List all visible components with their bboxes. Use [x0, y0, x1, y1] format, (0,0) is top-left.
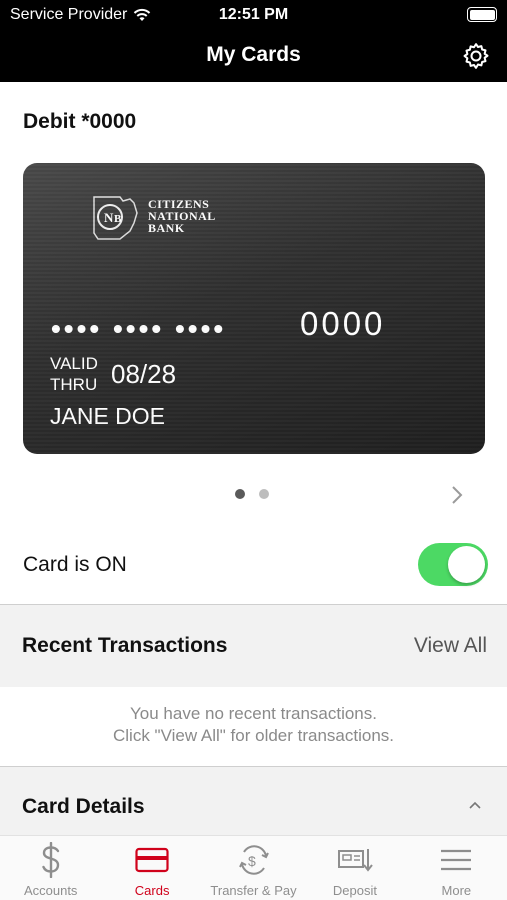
dollar-icon	[33, 842, 69, 878]
card-title: Debit *0000	[23, 110, 137, 133]
tab-deposit[interactable]: Deposit	[304, 836, 405, 900]
card-icon	[134, 842, 170, 878]
chevron-up-icon[interactable]	[468, 800, 482, 810]
nav-bar: My Cards	[0, 30, 507, 82]
card-details-title: Card Details	[22, 795, 145, 818]
card-details-section[interactable]: Card Details	[0, 767, 507, 835]
svg-text:$: $	[248, 853, 256, 869]
tab-transfer-pay[interactable]: $ Transfer & Pay	[203, 836, 304, 900]
bank-logo-icon: N B	[93, 196, 138, 240]
view-all-button[interactable]: View All	[414, 634, 487, 658]
tab-label: Deposit	[332, 883, 377, 898]
tab-label: Transfer & Pay	[210, 883, 297, 898]
svg-text:N: N	[104, 210, 114, 225]
gear-icon[interactable]	[461, 41, 491, 71]
cardholder-name: JANE DOE	[50, 403, 166, 429]
card-last-four: 0000	[300, 305, 386, 342]
tab-cards[interactable]: Cards	[101, 836, 202, 900]
page-title: My Cards	[206, 43, 301, 66]
card-status-label: Card is ON	[23, 553, 127, 576]
expiry-date: 08/28	[111, 359, 177, 389]
tab-label: More	[441, 883, 472, 898]
deposit-icon	[337, 842, 373, 878]
menu-icon	[438, 842, 474, 878]
tab-more[interactable]: More	[406, 836, 507, 900]
svg-text:B: B	[114, 213, 122, 225]
tab-accounts[interactable]: Accounts	[0, 836, 101, 900]
page-dot-1[interactable]	[235, 489, 245, 499]
recent-transactions-header: Recent Transactions View All	[0, 605, 507, 687]
tab-label: Accounts	[23, 883, 78, 898]
masked-card-number: •••• •••• ••••	[51, 313, 227, 344]
recent-transactions-title: Recent Transactions	[22, 634, 228, 657]
tab-bar: Accounts Cards $ Transfer & Pay Deposit …	[0, 835, 507, 900]
bank-name: CITIZENS NATIONAL BANK	[148, 197, 216, 235]
debit-card-image[interactable]: N B CITIZENS NATIONAL BANK •••• •••• •••…	[23, 163, 485, 454]
transfer-icon: $	[236, 842, 272, 878]
clock: 12:51 PM	[218, 6, 289, 23]
battery-icon	[467, 7, 497, 22]
valid-thru-label: VALID THRU	[50, 354, 98, 394]
status-bar: Service Provider 12:51 PM	[0, 0, 507, 30]
toggle-knob	[448, 546, 485, 583]
empty-transactions-message: You have no recent transactions. Click "…	[112, 704, 395, 745]
chevron-right-icon[interactable]	[450, 484, 464, 506]
tab-label: Cards	[134, 883, 170, 898]
page-dot-2[interactable]	[259, 489, 269, 499]
card-on-toggle[interactable]	[418, 543, 488, 586]
card-pager[interactable]	[235, 489, 269, 499]
